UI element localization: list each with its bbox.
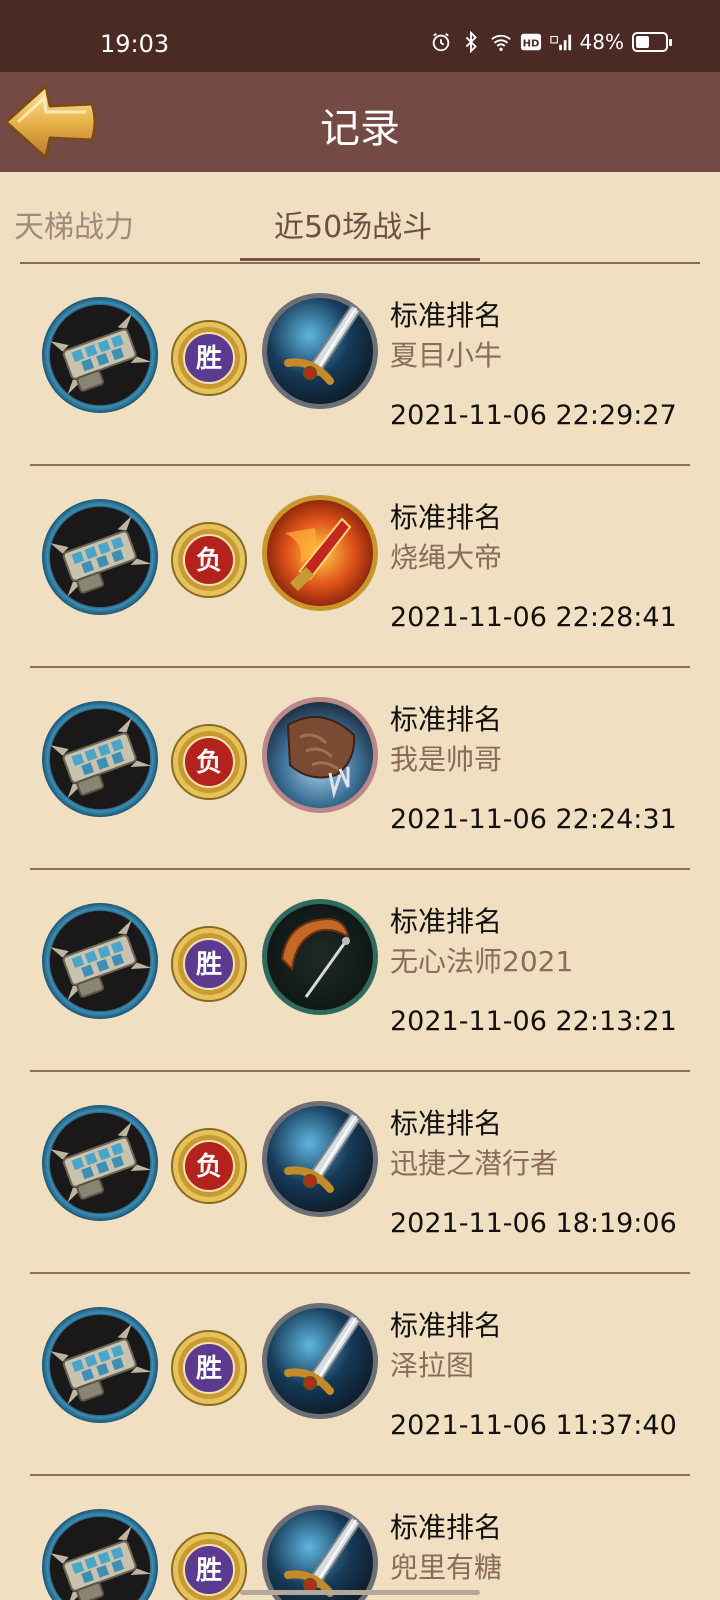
opponent-name: 烧绳大帝 <box>390 541 503 574</box>
svg-text:胜: 胜 <box>196 950 222 980</box>
player-class-icon <box>40 1507 160 1600</box>
battle-record-row[interactable]: 胜 标准排名 泽拉图 2021-11-06 11:37:40 <box>0 1274 720 1476</box>
match-mode-label: 标准排名 <box>390 905 503 938</box>
match-time: 2021-11-06 11:37:40 <box>390 1410 677 1441</box>
win-badge: 胜 <box>170 1531 248 1600</box>
beast-claw-icon <box>260 695 380 815</box>
battle-record-row[interactable]: 负 标准排名 迅捷之潜行者 2021-11-06 18:19:06 <box>0 1072 720 1274</box>
tab-recent-battles[interactable]: 近50场战斗 <box>274 202 432 246</box>
opponent-name: 夏目小牛 <box>390 339 503 372</box>
battery-icon <box>632 32 672 52</box>
sickle-icon <box>260 897 380 1017</box>
sword-icon <box>260 1099 380 1219</box>
battle-record-row[interactable]: 负 标准排名 烧绳大帝 2021-11-06 22:28:41 <box>0 466 720 668</box>
opponent-name: 兜里有糖 <box>390 1551 503 1584</box>
svg-text:胜: 胜 <box>196 1556 222 1586</box>
match-mode-label: 标准排名 <box>390 1309 503 1342</box>
page-title: 记录 <box>320 106 400 152</box>
match-mode-label: 标准排名 <box>390 1511 503 1544</box>
match-time: 2021-11-06 22:28:41 <box>390 602 677 633</box>
match-mode-label: 标准排名 <box>390 703 503 736</box>
svg-text:负: 负 <box>196 748 222 778</box>
active-tab-indicator <box>240 258 480 261</box>
header: 记录 <box>0 72 720 172</box>
win-badge: 胜 <box>170 1329 248 1407</box>
match-time: 2021-11-06 18:19:06 <box>390 1208 677 1239</box>
player-class-icon <box>40 497 160 617</box>
player-class-icon <box>40 1103 160 1223</box>
svg-text:负: 负 <box>196 546 222 576</box>
opponent-name: 无心法师2021 <box>390 945 574 978</box>
svg-text:胜: 胜 <box>196 1354 222 1384</box>
loss-badge: 负 <box>170 1127 248 1205</box>
status-icons: HD 48% <box>430 30 672 54</box>
win-badge: 胜 <box>170 319 248 397</box>
opponent-name: 泽拉图 <box>390 1349 475 1382</box>
loss-badge: 负 <box>170 521 248 599</box>
battle-record-row[interactable]: 胜 标准排名 无心法师2021 2021-11-06 22:13:21 <box>0 870 720 1072</box>
battery-percent: 48% <box>579 30 624 54</box>
svg-text:HD: HD <box>522 39 539 50</box>
match-time: 2021-11-06 22:29:27 <box>390 400 677 431</box>
wifi-icon <box>490 34 511 51</box>
hd-icon: HD <box>520 33 541 51</box>
win-badge: 胜 <box>170 925 248 1003</box>
battle-record-row[interactable]: 胜 标准排名 夏目小牛 2021-11-06 22:29:27 <box>0 264 720 466</box>
status-time: 19:03 <box>100 30 170 58</box>
sword-icon <box>260 1301 380 1421</box>
match-mode-label: 标准排名 <box>390 501 503 534</box>
player-class-icon <box>40 1305 160 1425</box>
sword-icon <box>260 1503 380 1600</box>
match-mode-label: 标准排名 <box>390 1107 503 1140</box>
loss-badge: 负 <box>170 723 248 801</box>
tab-bar: 天梯战力 近50场战斗 <box>14 172 700 264</box>
svg-text:负: 负 <box>196 1152 222 1182</box>
home-indicator <box>240 1590 480 1595</box>
flame-blade-icon <box>260 493 380 613</box>
svg-text:胜: 胜 <box>196 344 222 374</box>
alarm-icon <box>432 32 449 52</box>
status-bar: 19:03 HD 48% <box>0 0 720 72</box>
4g-signal-icon <box>549 34 571 51</box>
battle-record-row[interactable]: 胜 标准排名 兜里有糖 <box>0 1476 720 1600</box>
match-time: 2021-11-06 22:24:31 <box>390 804 677 835</box>
opponent-name: 迅捷之潜行者 <box>390 1147 559 1180</box>
battle-record-row[interactable]: 负 标准排名 我是帅哥 2021-11-06 22:24:31 <box>0 668 720 870</box>
tab-ladder-power[interactable]: 天梯战力 <box>14 202 134 246</box>
match-mode-label: 标准排名 <box>390 299 503 332</box>
player-class-icon <box>40 699 160 819</box>
player-class-icon <box>40 295 160 415</box>
match-time: 2021-11-06 22:13:21 <box>390 1006 677 1037</box>
player-class-icon <box>40 901 160 1021</box>
battle-record-list: 胜 标准排名 夏目小牛 2021-11-06 22:29:27 负 标准排名 烧… <box>0 264 720 1600</box>
opponent-name: 我是帅哥 <box>390 743 503 776</box>
sword-icon <box>260 291 380 411</box>
bluetooth-icon <box>465 31 477 53</box>
